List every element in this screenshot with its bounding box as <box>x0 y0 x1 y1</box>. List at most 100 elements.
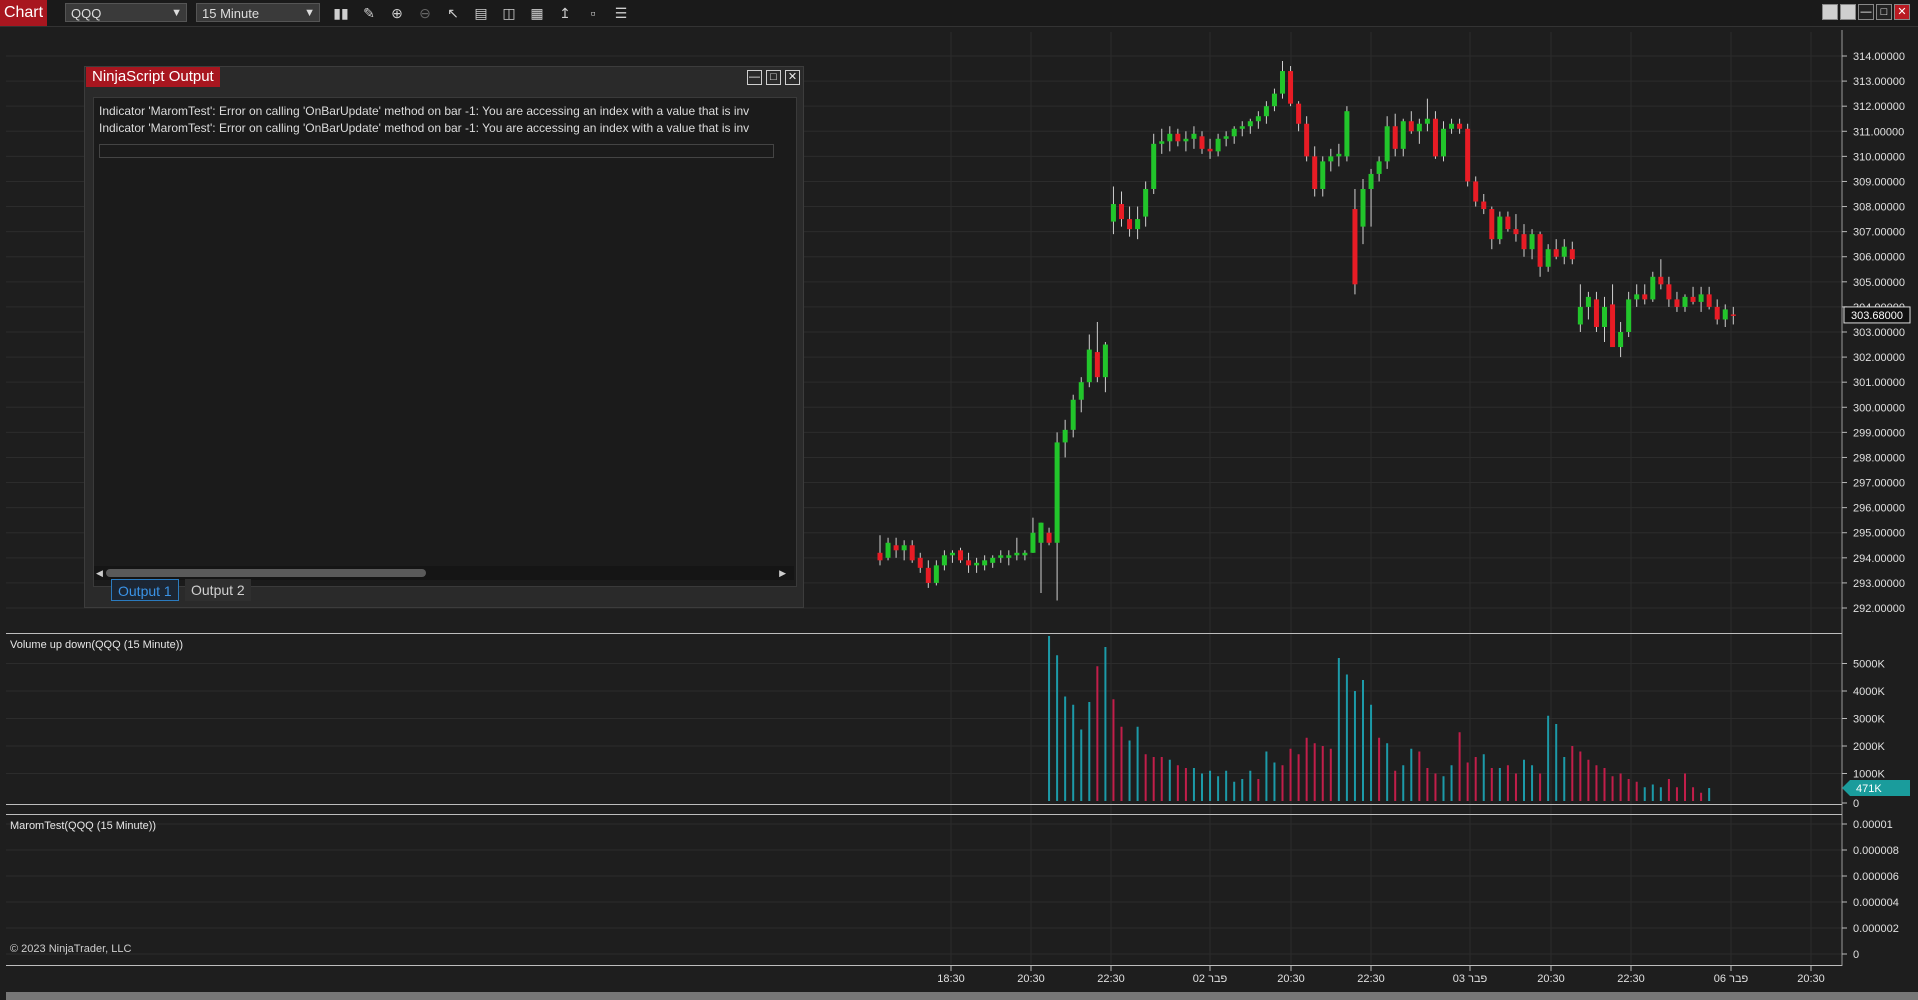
candle-body <box>885 542 891 558</box>
candle-body <box>901 545 907 551</box>
candle-body <box>1175 133 1181 142</box>
horizontal-scrollbar[interactable]: ◀ ▶ <box>94 566 794 580</box>
time-tick-label: 20:30 <box>1277 973 1305 985</box>
candle-body <box>1441 128 1446 157</box>
candle-body <box>1497 216 1503 240</box>
indicator-panel-label: MaromTest(QQQ (15 Minute)) <box>10 820 157 832</box>
indicator-tick-label: 0.000002 <box>1853 923 1899 935</box>
candle-body <box>1207 148 1213 152</box>
candle-body <box>1038 522 1044 543</box>
candle-body <box>1110 204 1116 222</box>
candle-body <box>909 545 915 561</box>
candle-body <box>1062 429 1068 443</box>
output-input-line[interactable] <box>99 144 774 158</box>
panel-divider[interactable] <box>6 965 1842 966</box>
ninjascript-title: NinjaScript Output <box>86 67 220 87</box>
candle-body <box>1143 188 1149 217</box>
candle-body <box>1384 126 1390 162</box>
output-line: Indicator 'MaromTest': Error on calling … <box>99 104 749 118</box>
candle-body <box>1102 344 1108 378</box>
ninjascript-output-window[interactable]: NinjaScript Output — □ ✕ Indicator 'Maro… <box>84 66 804 608</box>
candle-body <box>1183 138 1189 142</box>
scroll-right-icon[interactable]: ▶ <box>779 566 786 580</box>
candle-body <box>1521 234 1527 250</box>
panel-divider[interactable] <box>6 804 1842 805</box>
indicator-tick-label: 0.000006 <box>1853 871 1899 883</box>
output-text-area[interactable]: Indicator 'MaromTest': Error on calling … <box>93 97 797 587</box>
candle-body <box>1730 314 1736 316</box>
candle-body <box>1634 294 1640 300</box>
candle-body <box>1457 123 1463 129</box>
volume-tick-label: 5000K <box>1853 659 1885 671</box>
indicator-tick-label: 0.000008 <box>1853 845 1899 857</box>
price-tick-label: 298.00000 <box>1853 452 1905 464</box>
candle-body <box>1086 349 1092 383</box>
candle-body <box>1288 71 1294 104</box>
panel-divider[interactable] <box>6 814 1842 815</box>
candle-body <box>1135 219 1141 230</box>
candle-body <box>1714 306 1720 320</box>
time-tick-label: 22:30 <box>1357 973 1385 985</box>
chart-scrollbar[interactable] <box>6 992 1918 1000</box>
price-tick-label: 295.00000 <box>1853 528 1905 540</box>
candle-body <box>1231 128 1237 137</box>
candle-body <box>1416 123 1422 132</box>
panel-divider[interactable] <box>6 633 1842 634</box>
candle-body <box>1167 133 1173 142</box>
volume-tick-label: 1000K <box>1853 769 1885 781</box>
scroll-left-icon[interactable]: ◀ <box>96 566 103 580</box>
candle-body <box>982 560 988 566</box>
time-axis: 18:30 20:30 22:30 02 פבר 20:30 22:30 03 פבר 20:… <box>937 966 1825 985</box>
price-tick-label: 311.00000 <box>1853 126 1904 138</box>
candle-body <box>1449 123 1455 129</box>
volume-tick-label: 2000K <box>1853 741 1885 753</box>
indicator-axis: 0.00001 0.000008 0.000006 0.000004 0.000002 0 <box>1842 819 1899 961</box>
candle-body <box>1626 299 1632 332</box>
indicator-tick-label: 0.000004 <box>1853 897 1899 909</box>
maximize-icon[interactable]: □ <box>766 70 781 85</box>
candle-body <box>1376 161 1382 174</box>
tab-output-2[interactable]: Output 2 <box>185 579 251 601</box>
candle-body <box>958 550 963 561</box>
candle-body <box>1006 555 1012 558</box>
price-tick-label: 292.00000 <box>1853 603 1905 615</box>
price-tick-label: 312.00000 <box>1853 101 1905 113</box>
candle-body <box>1593 299 1599 327</box>
candle-body <box>1247 121 1253 127</box>
candle-body <box>1312 156 1318 189</box>
candle-body <box>1698 294 1704 302</box>
candle-body <box>949 552 955 556</box>
price-tick-label: 310.00000 <box>1853 151 1905 163</box>
price-tick-label: 297.00000 <box>1853 478 1905 490</box>
price-tick-label: 306.00000 <box>1853 252 1905 264</box>
candle-body <box>1263 106 1269 117</box>
candle-body <box>1046 532 1052 543</box>
price-tick-label: 308.00000 <box>1853 202 1905 214</box>
candle-body <box>1022 552 1028 556</box>
scroll-thumb[interactable] <box>106 569 426 577</box>
candle-body <box>893 545 899 551</box>
candle-body <box>1255 116 1261 122</box>
time-tick-label: 06 פבר <box>1714 973 1749 985</box>
candle-body <box>1658 276 1664 285</box>
time-tick-label: 20:30 <box>1797 973 1825 985</box>
indicator-tick-label: 0.00001 <box>1853 819 1893 831</box>
candle-body <box>1690 296 1696 302</box>
candle-body <box>1505 216 1511 230</box>
price-tick-label: 313.00000 <box>1853 76 1905 88</box>
price-tick-label: 303.00000 <box>1853 327 1905 339</box>
candle-body <box>1529 234 1535 250</box>
candle-body <box>1070 399 1076 430</box>
tab-output-1[interactable]: Output 1 <box>111 579 179 601</box>
candle-body <box>1432 118 1438 157</box>
time-tick-label: 03 פבר <box>1453 973 1488 985</box>
candle-body <box>1569 249 1575 260</box>
minimize-icon[interactable]: — <box>747 70 762 85</box>
time-tick-label: 22:30 <box>1617 973 1645 985</box>
candle-body <box>1280 71 1285 94</box>
price-tick-label: 307.00000 <box>1853 227 1905 239</box>
candle-body <box>1368 173 1374 189</box>
candle-body <box>1336 153 1342 157</box>
close-icon[interactable]: ✕ <box>785 70 800 85</box>
candle-body <box>1328 156 1334 162</box>
